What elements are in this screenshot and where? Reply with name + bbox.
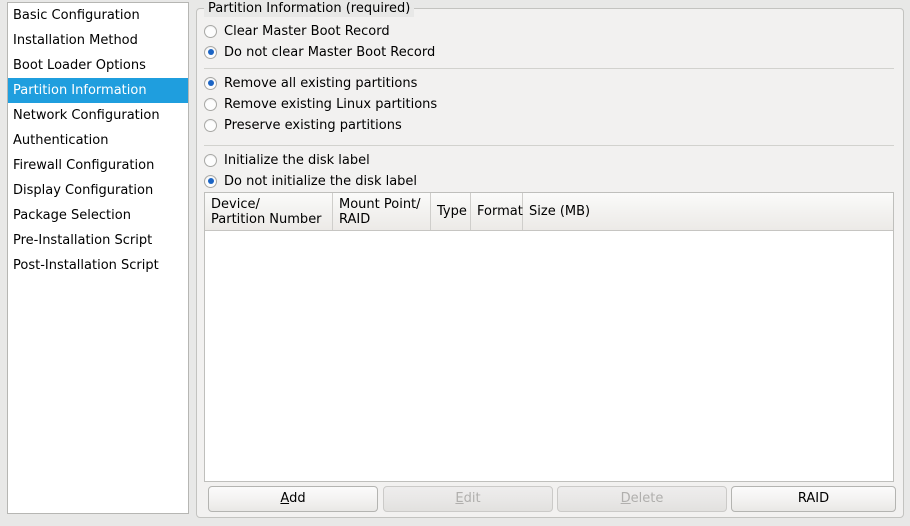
column-header-label: Type bbox=[437, 204, 467, 219]
column-header-mount-point-raid[interactable]: Mount Point/RAID bbox=[333, 193, 431, 230]
sidebar-item-authentication[interactable]: Authentication bbox=[8, 128, 188, 153]
add-button[interactable]: Add bbox=[208, 486, 378, 512]
button-label: dd bbox=[289, 491, 306, 506]
sidebar-item-network-configuration[interactable]: Network Configuration bbox=[8, 103, 188, 128]
column-header-label: Size (MB) bbox=[529, 204, 590, 219]
column-header-line1: Format bbox=[477, 204, 523, 219]
sidebar-item-installation-method[interactable]: Installation Method bbox=[8, 28, 188, 53]
column-header-line1: Device/ bbox=[211, 196, 260, 212]
separator-2 bbox=[204, 145, 894, 146]
edit-button: Edit bbox=[383, 486, 553, 512]
column-header-label: Format bbox=[477, 204, 523, 219]
column-header-size-mb-[interactable]: Size (MB) bbox=[523, 193, 893, 230]
sidebar-item-firewall-configuration[interactable]: Firewall Configuration bbox=[8, 153, 188, 178]
column-header-line2: RAID bbox=[339, 211, 371, 227]
sidebar-item-display-configuration[interactable]: Display Configuration bbox=[8, 178, 188, 203]
sidebar-item-partition-information[interactable]: Partition Information bbox=[8, 78, 188, 103]
button-label: RAID bbox=[797, 491, 830, 506]
partition-table-body[interactable] bbox=[205, 231, 893, 481]
sidebar-item-basic-configuration[interactable]: Basic Configuration bbox=[8, 3, 188, 28]
column-header-line2: Partition Number bbox=[211, 211, 322, 227]
sidebar-item-boot-loader-options[interactable]: Boot Loader Options bbox=[8, 53, 188, 78]
button-mnemonic: E bbox=[455, 491, 464, 506]
button-mnemonic: A bbox=[280, 491, 290, 506]
sidebar-item-pre-installation-script[interactable]: Pre-Installation Script bbox=[8, 228, 188, 253]
partition-table[interactable]: Device/Partition Number Mount Point/RAID T… bbox=[204, 192, 894, 482]
column-header-type[interactable]: Type bbox=[431, 193, 471, 230]
column-header-label: Device/Partition Number bbox=[211, 197, 322, 227]
groupbox-title: Partition Information (required) bbox=[204, 0, 415, 17]
delete-button: Delete bbox=[557, 486, 727, 512]
partition-table-header: Device/Partition Number Mount Point/RAID T… bbox=[205, 193, 893, 231]
sidebar-item-package-selection[interactable]: Package Selection bbox=[8, 203, 188, 228]
separator-1 bbox=[204, 68, 894, 69]
button-label: dit bbox=[463, 491, 481, 506]
button-mnemonic: D bbox=[620, 491, 631, 506]
column-header-line1: Type bbox=[437, 204, 467, 219]
configuration-sections-list[interactable]: Basic Configuration Installation Method Bo… bbox=[7, 2, 189, 514]
column-header-device-partition-number[interactable]: Device/Partition Number bbox=[205, 193, 333, 230]
column-header-label: Mount Point/RAID bbox=[339, 197, 421, 227]
button-label: elete bbox=[630, 491, 664, 506]
column-header-format[interactable]: Format bbox=[471, 193, 523, 230]
raid-button[interactable]: RAID bbox=[731, 486, 896, 512]
sidebar-item-post-installation-script[interactable]: Post-Installation Script bbox=[8, 253, 188, 278]
column-header-line1: Size (MB) bbox=[529, 204, 591, 219]
column-header-line1: Mount Point/ bbox=[339, 196, 421, 212]
